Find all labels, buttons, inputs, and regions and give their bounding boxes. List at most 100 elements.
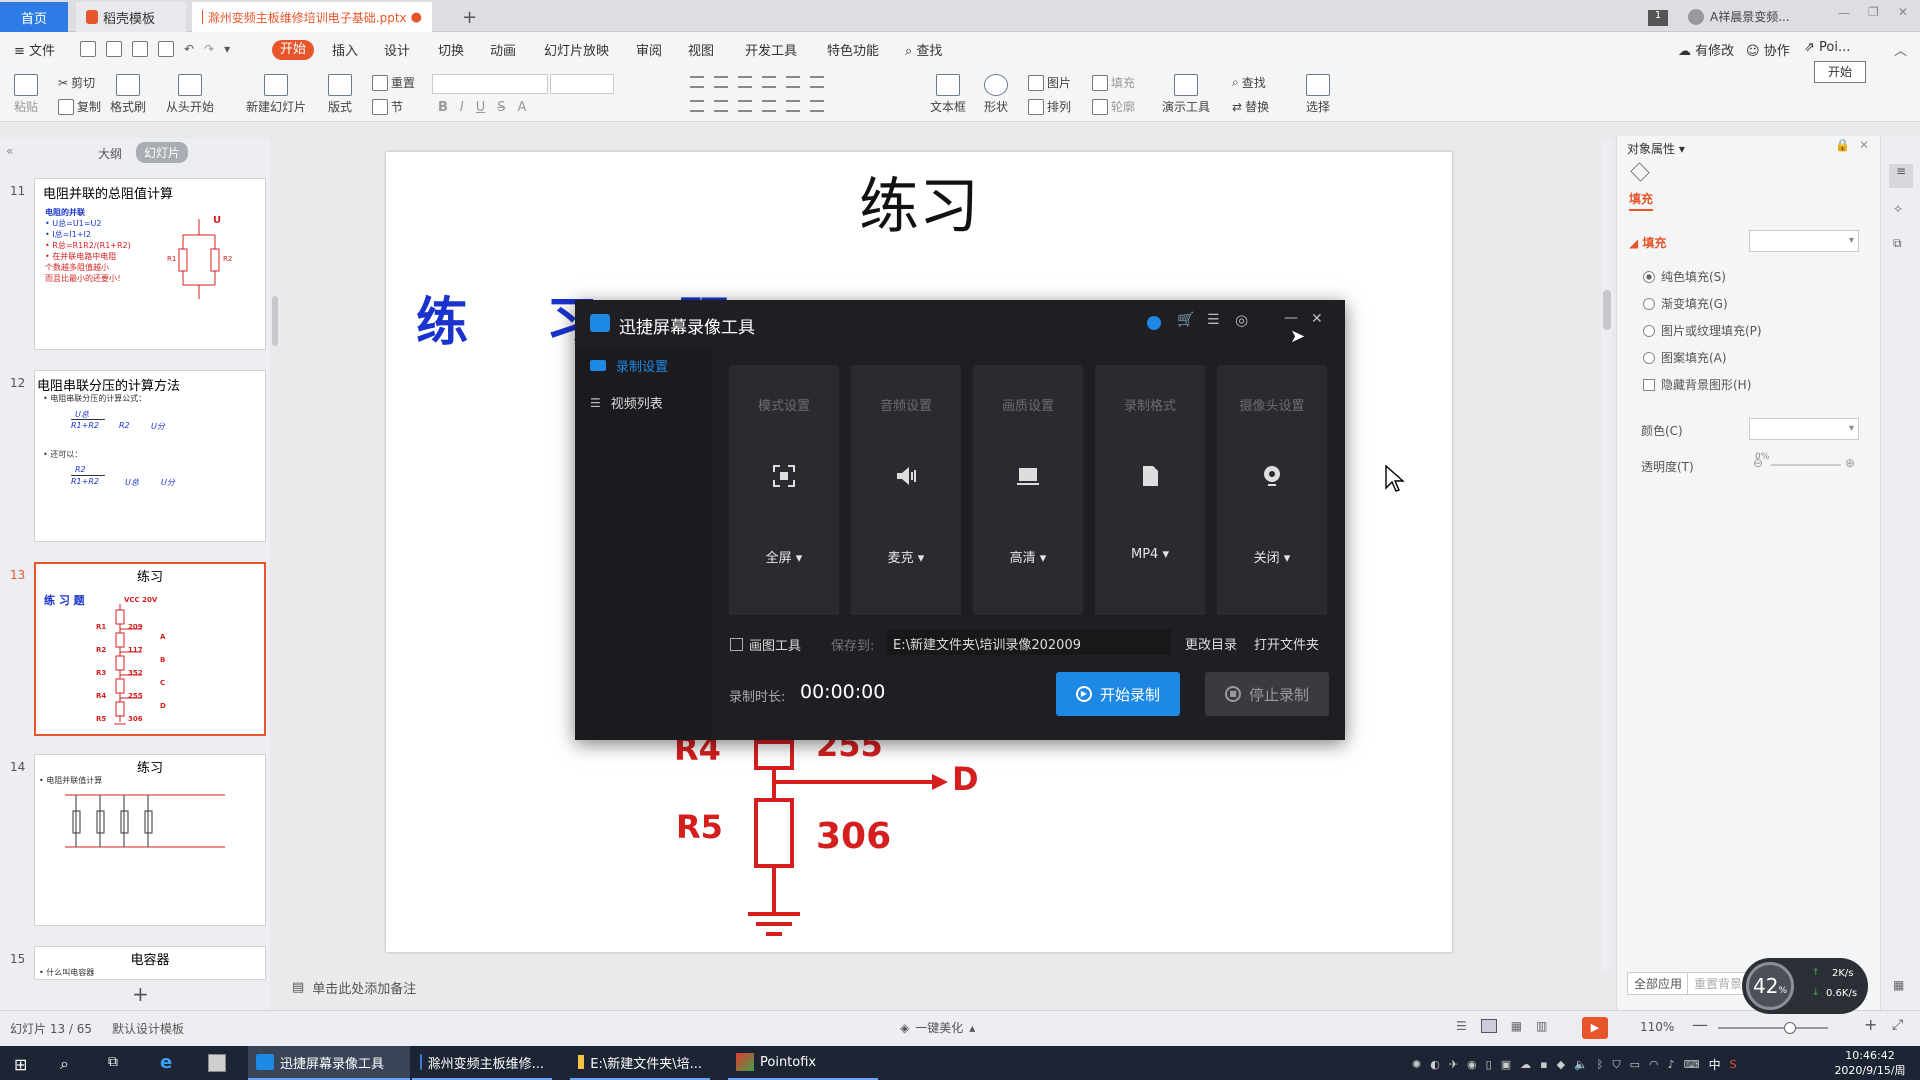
shield-icon[interactable]: ⛉ [1612, 1058, 1620, 1072]
indent-icon[interactable] [738, 76, 752, 88]
panel-title[interactable]: 对象属性 ▾ [1627, 140, 1685, 157]
arrange-button[interactable]: 排列 [1028, 98, 1071, 115]
cut-button[interactable]: ✂ 剪切 [58, 74, 95, 91]
properties-icon[interactable]: ≡ [1889, 164, 1913, 188]
zoom-slider[interactable] [1718, 1022, 1828, 1034]
align-center-icon[interactable] [714, 100, 728, 112]
window-restore-icon[interactable]: ❐ [1868, 5, 1879, 19]
close-icon[interactable]: ✕ [1311, 311, 1323, 327]
section-button[interactable]: 节 [372, 98, 403, 115]
window-minimize-icon[interactable]: — [1838, 6, 1850, 20]
align-left-icon[interactable] [690, 100, 704, 112]
menu-view[interactable]: 视图 [688, 40, 714, 59]
undo-icon[interactable]: ↶ [184, 42, 194, 56]
fill-button[interactable]: 填充 [1092, 74, 1135, 91]
tab-slides[interactable]: 幻灯片 [136, 142, 189, 163]
reading-view-icon[interactable]: ▥ [1536, 1019, 1547, 1033]
grid-icon[interactable]: ▦ [1893, 978, 1904, 992]
select-button[interactable]: 选择 [1306, 74, 1330, 115]
stop-record-button[interactable]: ■ 停止录制 [1205, 672, 1329, 716]
taskbar-app-wps[interactable]: 滁州变频主板维修... [412, 1046, 552, 1080]
sorter-view-icon[interactable]: ▦ [1511, 1019, 1522, 1033]
tray-app-icon[interactable]: ☁ [1520, 1058, 1531, 1071]
slide-thumb-14[interactable]: 练习 • 电阻并联值计算 [34, 754, 266, 926]
card-quality-settings[interactable]: 画质设置 高清 ▾ [973, 365, 1083, 615]
collapse-ribbon-icon[interactable]: ︿ [1894, 40, 1907, 59]
draw-tool-checkbox[interactable]: 画图工具 [730, 635, 801, 654]
audio-select[interactable]: 麦克 ▾ [851, 547, 961, 566]
tray-app-icon[interactable]: ◐ [1430, 1058, 1440, 1071]
tray-app-icon[interactable]: ▪ [1540, 1058, 1547, 1071]
slide-scrollbar[interactable] [1602, 140, 1612, 970]
from-start-button[interactable]: 从头开始 [166, 74, 214, 115]
find-button[interactable]: ⌕ 查找 [1232, 74, 1266, 91]
tab-home[interactable]: 首页 [0, 2, 68, 32]
close-icon[interactable]: ✕ [1859, 138, 1869, 152]
collab-button[interactable]: ☺ 协作 [1746, 40, 1790, 59]
radio-picture[interactable]: 图片或纹理填充(P) [1643, 322, 1762, 339]
notes-area[interactable]: ▤ 单击此处添加备注 [292, 978, 416, 997]
card-mode-settings[interactable]: 模式设置 全屏 ▾ [729, 365, 839, 615]
ime-indicator[interactable]: 中 [1709, 1056, 1721, 1073]
taskbar-app-pointofix[interactable]: Pointofix [728, 1046, 878, 1080]
paste-button[interactable]: 粘贴 [14, 74, 38, 115]
radio-solid[interactable]: 纯色填充(S) [1643, 268, 1762, 285]
redo-icon[interactable]: ↷ [204, 42, 214, 56]
reset-bg-button[interactable]: 重置背景 [1687, 972, 1750, 995]
card-camera-settings[interactable]: 摄像头设置 关闭 ▾ [1217, 365, 1327, 615]
slideshow-play-icon[interactable]: ▶ [1582, 1017, 1608, 1039]
clock[interactable]: 10:46:42 2020/9/15/周二 [1830, 1049, 1910, 1080]
preview-icon[interactable] [158, 41, 174, 57]
slide-thumb-13-selected[interactable]: 练习 练 习 题 VCC 20V R1 R2 R3 R4 R5 209 117 … [34, 562, 266, 736]
template-name[interactable]: 默认设计模板 [112, 1020, 184, 1037]
zoom-out-icon[interactable]: — [1692, 1015, 1708, 1034]
new-tab-button[interactable]: + [452, 2, 487, 32]
search-icon[interactable]: ⌕ [60, 1054, 69, 1074]
minus-icon[interactable]: ⊖ [1753, 456, 1763, 470]
text-direction-icon[interactable] [810, 100, 824, 112]
task-view-icon[interactable]: ⧉ [108, 1054, 118, 1070]
tray-app-icon[interactable]: ✈ [1449, 1058, 1458, 1071]
lock-icon[interactable]: 🔒 [1835, 138, 1850, 152]
fit-window-icon[interactable]: ⤢ [1892, 1017, 1903, 1033]
plus-icon[interactable]: ⊕ [1845, 456, 1855, 470]
zoom-level[interactable]: 110% [1640, 1020, 1674, 1034]
recorder-titlebar[interactable]: 迅捷屏幕录像工具 🛒 ☰ ◎ — ✕ [575, 300, 1345, 350]
save-path-input[interactable]: E:\新建文件夹\培训录像202009 [887, 629, 1171, 655]
notes-view-icon[interactable]: ☰ [1456, 1019, 1467, 1033]
underline-icon[interactable]: U [476, 100, 486, 115]
font-color-icon[interactable]: A [518, 100, 527, 115]
copy-button[interactable]: 复制 [58, 98, 101, 115]
shape-button[interactable]: 形状 [984, 74, 1008, 115]
wifi-icon[interactable]: ◠ [1649, 1058, 1659, 1071]
menu-animation[interactable]: 动画 [490, 40, 516, 59]
quality-select[interactable]: 高清 ▾ [973, 547, 1083, 566]
columns-icon[interactable] [786, 76, 800, 88]
network-speed-widget[interactable]: 42% ↑ 2K/s ↓ 0.6K/s [1742, 958, 1868, 1014]
design-icon[interactable]: ✧ [1893, 202, 1903, 216]
change-dir-link[interactable]: 更改目录 [1185, 634, 1237, 653]
tray-app-icon[interactable]: ◉ [1467, 1058, 1477, 1071]
color-select[interactable]: ▾ [1749, 418, 1859, 440]
tray-app-icon[interactable]: ▣ [1501, 1058, 1511, 1071]
radio-pattern[interactable]: 图案填充(A) [1643, 349, 1762, 366]
menu-file[interactable]: ≡ 文件 [14, 40, 55, 59]
new-slide-button[interactable]: 新建幻灯片 [246, 74, 306, 115]
minimize-icon[interactable]: — [1284, 310, 1298, 326]
bluetooth-icon[interactable]: ᛒ [1597, 1058, 1604, 1071]
card-audio-settings[interactable]: 音频设置 麦克 ▾ [851, 365, 961, 615]
zoom-in-icon[interactable]: + [1864, 1015, 1877, 1034]
slide-thumb-12[interactable]: 电阻串联分压的计算方法 • 电阻串联分压的计算公式： U总 R1+R2 R2 U… [34, 370, 266, 542]
radio-gradient[interactable]: 渐变填充(G) [1643, 295, 1762, 312]
menu-devtools[interactable]: 开发工具 [745, 40, 797, 59]
copy-panel-icon[interactable]: ⧉ [1893, 236, 1902, 251]
tray-app-icon[interactable]: ✺ [1412, 1058, 1421, 1071]
tab-active-file[interactable]: 滁州变频主板维修培训电子基础.pptx ● [192, 2, 432, 32]
font-size-select[interactable] [550, 74, 614, 94]
menu-switch[interactable]: 切换 [438, 40, 464, 59]
justify-icon[interactable] [762, 100, 776, 112]
start-record-button[interactable]: ▶ 开始录制 [1056, 672, 1180, 716]
menu-search[interactable]: ⌕ 查找 [905, 40, 942, 59]
speaker-icon[interactable]: ♪ [1668, 1058, 1675, 1071]
fill-bucket-icon[interactable] [1630, 162, 1650, 182]
